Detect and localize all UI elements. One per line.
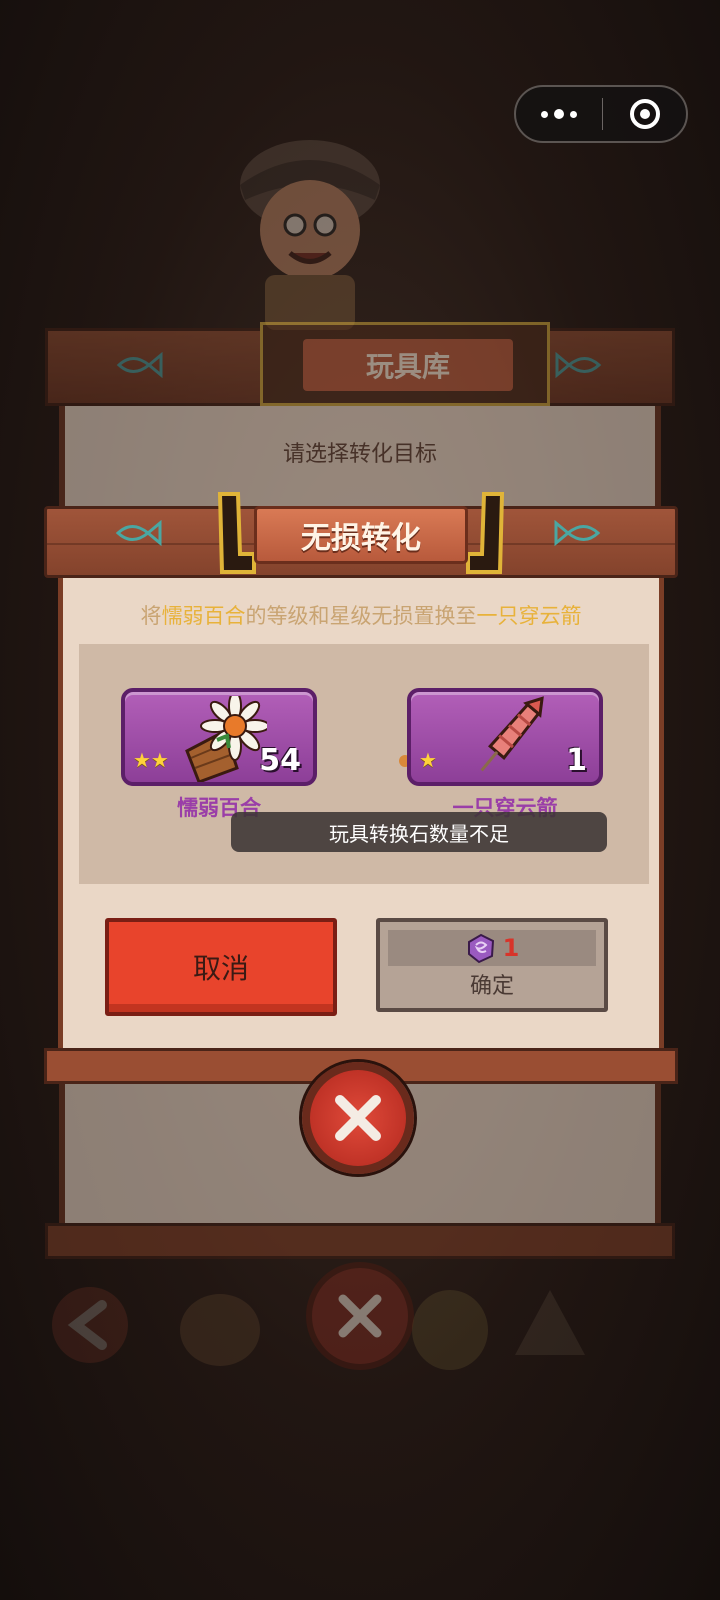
- swap-preview-area: ★★ 54 懦弱百合 ★ 1 一只穿云箭 玩具转换石数量不足: [79, 644, 649, 884]
- rocket-firework-icon: [480, 696, 544, 772]
- dialog-body: 将懦弱百合的等级和星级无损置换至一只穿云箭 ★★ 54 懦弱百合 ★ 1 一只穿…: [58, 578, 664, 1058]
- source-star-rating: ★★: [133, 748, 169, 772]
- dialog-title-frame: 无损转化: [210, 492, 512, 580]
- panel-subtitle: 请选择转化目标: [282, 442, 437, 467]
- target-star-rating: ★: [419, 748, 437, 772]
- target-icon: [629, 99, 660, 129]
- ellipsis-icon-dot: [554, 109, 564, 119]
- confirm-button-label: 确定: [469, 974, 514, 999]
- fish-icon: [115, 520, 162, 546]
- panel-title-frame: 玩具库: [260, 322, 550, 406]
- fish-icon: [116, 352, 163, 378]
- desc-target-name: 一只穿云箭: [476, 604, 582, 628]
- panel-footer-plank: [45, 1223, 675, 1259]
- confirm-button[interactable]: 1 确定: [376, 918, 608, 1012]
- character-illustration: [240, 140, 380, 330]
- desc-middle: 的等级和星级无损置换至: [245, 604, 477, 628]
- nav-toy-icon: [180, 1294, 260, 1366]
- close-x-icon: [338, 1294, 382, 1338]
- game-screen: 玩具库 请选择转化目标 无损转化 将懦弱百合的等级和星级无损置换至一只穿云箭 ★…: [0, 0, 720, 1600]
- nav-character-icon: [412, 1290, 488, 1370]
- fish-icon: [554, 520, 601, 546]
- close-x-icon: [335, 1095, 381, 1141]
- dialog-title: 无损转化: [254, 506, 468, 564]
- convert-description: 将懦弱百合的等级和星级无损置换至一只穿云箭: [63, 600, 659, 630]
- target-item-level: 1: [566, 743, 587, 778]
- cancel-button[interactable]: 取消: [105, 918, 337, 1016]
- desc-prefix: 将: [140, 604, 162, 628]
- nav-tree-icon: [515, 1290, 585, 1355]
- lossless-convert-dialog: 无损转化 将懦弱百合的等级和星级无损置换至一只穿云箭 ★★ 54 懦弱百合 ★ …: [44, 492, 678, 1108]
- lily-plant-icon: [185, 696, 267, 782]
- back-arrow-icon: [52, 1287, 128, 1363]
- fish-icon: [555, 352, 602, 378]
- cost-amount: 1: [502, 934, 520, 962]
- source-item-card[interactable]: ★★ 54: [121, 688, 317, 786]
- desc-source-name: 懦弱百合: [161, 604, 246, 628]
- cost-bar: 1: [388, 930, 596, 966]
- exit-miniprogram-button[interactable]: [603, 87, 686, 141]
- conversion-stone-icon: [467, 933, 494, 964]
- cancel-button-label: 取消: [192, 952, 249, 985]
- ellipsis-icon: [541, 110, 548, 118]
- background-close-button: [306, 1262, 414, 1370]
- more-button[interactable]: [516, 87, 602, 141]
- ellipsis-icon-dot: [570, 110, 577, 118]
- source-item-level: 54: [259, 743, 301, 778]
- miniprogram-capsule: [514, 85, 688, 143]
- dialog-close-button[interactable]: [302, 1062, 414, 1174]
- target-item-card[interactable]: ★ 1: [407, 688, 603, 786]
- panel-title: 玩具库: [303, 339, 513, 391]
- insufficient-stone-toast: 玩具转换石数量不足: [231, 812, 607, 852]
